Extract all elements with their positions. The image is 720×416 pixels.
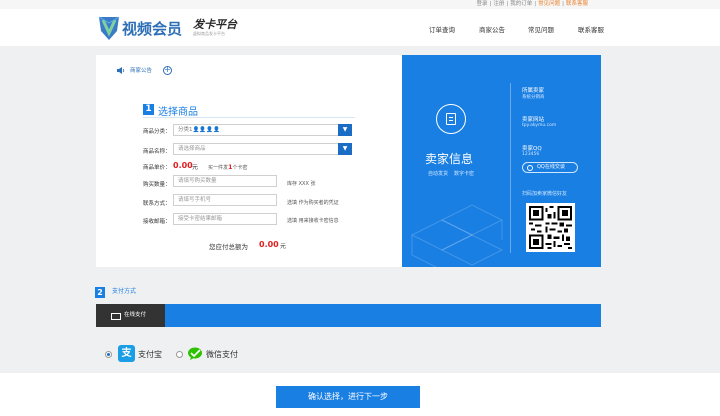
brand-tagline: 虚拟商品发卡平台: [193, 31, 225, 36]
seller-qq-label: 卖家QQ: [522, 146, 542, 152]
expand-notice-icon[interactable]: +: [163, 66, 172, 75]
qq-chat-button[interactable]: QQ在线交谈: [522, 162, 578, 173]
quantity-input[interactable]: 请填写购买数量: [173, 175, 277, 187]
total-amount: 0.00: [259, 240, 279, 249]
stock-hint: 库存 XXX 张: [287, 181, 316, 187]
alipay-label[interactable]: 支付宝: [138, 349, 162, 360]
nav-item-faq[interactable]: 常见问题: [528, 24, 554, 34]
payment-method-title: 支付方式: [112, 288, 137, 295]
order-form-card: [96, 55, 402, 267]
brand-name: 视频会员: [122, 20, 183, 38]
category-select[interactable]: 分类1👤👤👤👤: [173, 124, 339, 136]
auto-delivery-badge: 自动发货: [428, 171, 449, 177]
top-links: 登录 | 注册 | 我的订单 | 常见问题 | 联系客服: [475, 0, 589, 9]
wechat-icon: [188, 347, 202, 360]
alipay-radio[interactable]: [105, 351, 112, 358]
top-separator: |: [489, 1, 492, 7]
top-separator: |: [534, 1, 537, 7]
email-label: 接收邮箱：: [143, 219, 171, 225]
quantity-label: 购买数量：: [143, 182, 171, 188]
qq-chat-label: QQ在线交谈: [537, 164, 565, 170]
seller-divider: [510, 83, 511, 253]
contact-hint: 选填 作为购买者的凭证: [287, 200, 339, 206]
contact-link[interactable]: 联系客服: [566, 1, 588, 7]
step-number-2: 2: [95, 287, 105, 298]
qq-icon: [527, 165, 533, 171]
decorative-blocks-icon: [410, 204, 504, 267]
brand-subtitle: 发卡平台: [193, 18, 237, 31]
step-title-select-product: 选择商品: [158, 107, 198, 118]
email-input[interactable]: 接受卡密结果邮箱: [173, 213, 277, 225]
email-hint: 选填 用来接收卡密信息: [287, 218, 339, 224]
register-link[interactable]: 注册: [493, 1, 504, 7]
faq-link[interactable]: 常见问题: [538, 1, 560, 7]
wechat-qr-code: [526, 203, 575, 252]
promo-prefix: 买一件发: [208, 165, 229, 171]
top-utility-bar: 登录 | 注册 | 我的订单 | 常见问题 | 联系客服: [0, 0, 720, 9]
phone-input[interactable]: 请填写手机号: [173, 194, 277, 206]
total-label: 您应付总额为: [209, 243, 248, 251]
price-label: 商品单价：: [143, 165, 171, 171]
document-icon: [446, 113, 456, 125]
promo-text: 买一件发1个卡密: [208, 163, 248, 171]
wechat-pay-label[interactable]: 微信支付: [206, 349, 238, 360]
category-label: 商品分类：: [143, 129, 171, 135]
product-label: 商品名称：: [143, 149, 171, 155]
digital-card-badge: 数字卡密: [454, 171, 475, 177]
seller-qq-value: 123456: [522, 152, 540, 157]
alipay-icon: 支: [118, 345, 135, 362]
price-unit: 元: [192, 164, 199, 171]
notice-label[interactable]: 商家公告: [130, 66, 152, 74]
seller-site-value[interactable]: tpy.akymu.com: [522, 123, 556, 128]
wechat-radio[interactable]: [176, 351, 183, 358]
step-number-1: 1: [143, 104, 154, 115]
unit-price: 0.00: [173, 161, 193, 170]
scan-caption: 扫码加卖家微信好友: [522, 191, 568, 197]
top-separator: |: [506, 1, 509, 7]
chevron-down-icon[interactable]: ▼: [338, 124, 352, 136]
seller-owner-value: 系统分销商: [522, 95, 545, 100]
confirm-next-button[interactable]: 确认选择，进行下一步: [276, 386, 420, 408]
product-select[interactable]: 请选择商品: [173, 143, 339, 155]
nav-item-orders[interactable]: 订单查询: [429, 24, 455, 34]
seller-site-label: 卖家网站: [522, 117, 545, 123]
qr-code-icon: [529, 206, 572, 249]
megaphone-icon: [117, 67, 125, 74]
contact-label: 联系方式：: [143, 201, 171, 207]
nav-item-notice[interactable]: 商家公告: [479, 24, 505, 34]
nav-item-contact[interactable]: 联系客服: [578, 24, 604, 34]
total-unit: 元: [280, 243, 287, 250]
top-separator: |: [562, 1, 564, 7]
login-link[interactable]: 登录: [476, 1, 487, 7]
promo-suffix: 个卡密: [232, 165, 248, 171]
my-orders-link[interactable]: 我的订单: [510, 1, 532, 7]
site-header: 视频会员 发卡平台 虚拟商品发卡平台 订单查询 商家公告 常见问题 联系客服: [0, 9, 720, 46]
card-icon: [111, 313, 121, 320]
seller-info-title: 卖家信息: [425, 152, 474, 166]
step-divider: [143, 117, 355, 118]
chevron-down-icon[interactable]: ▼: [338, 143, 352, 155]
tab-online-payment[interactable]: 在线支付: [96, 304, 165, 327]
seller-owner-label: 所属卖家: [522, 88, 545, 94]
payment-tab-bar: [96, 304, 601, 327]
logo-shield-icon: [98, 16, 120, 40]
